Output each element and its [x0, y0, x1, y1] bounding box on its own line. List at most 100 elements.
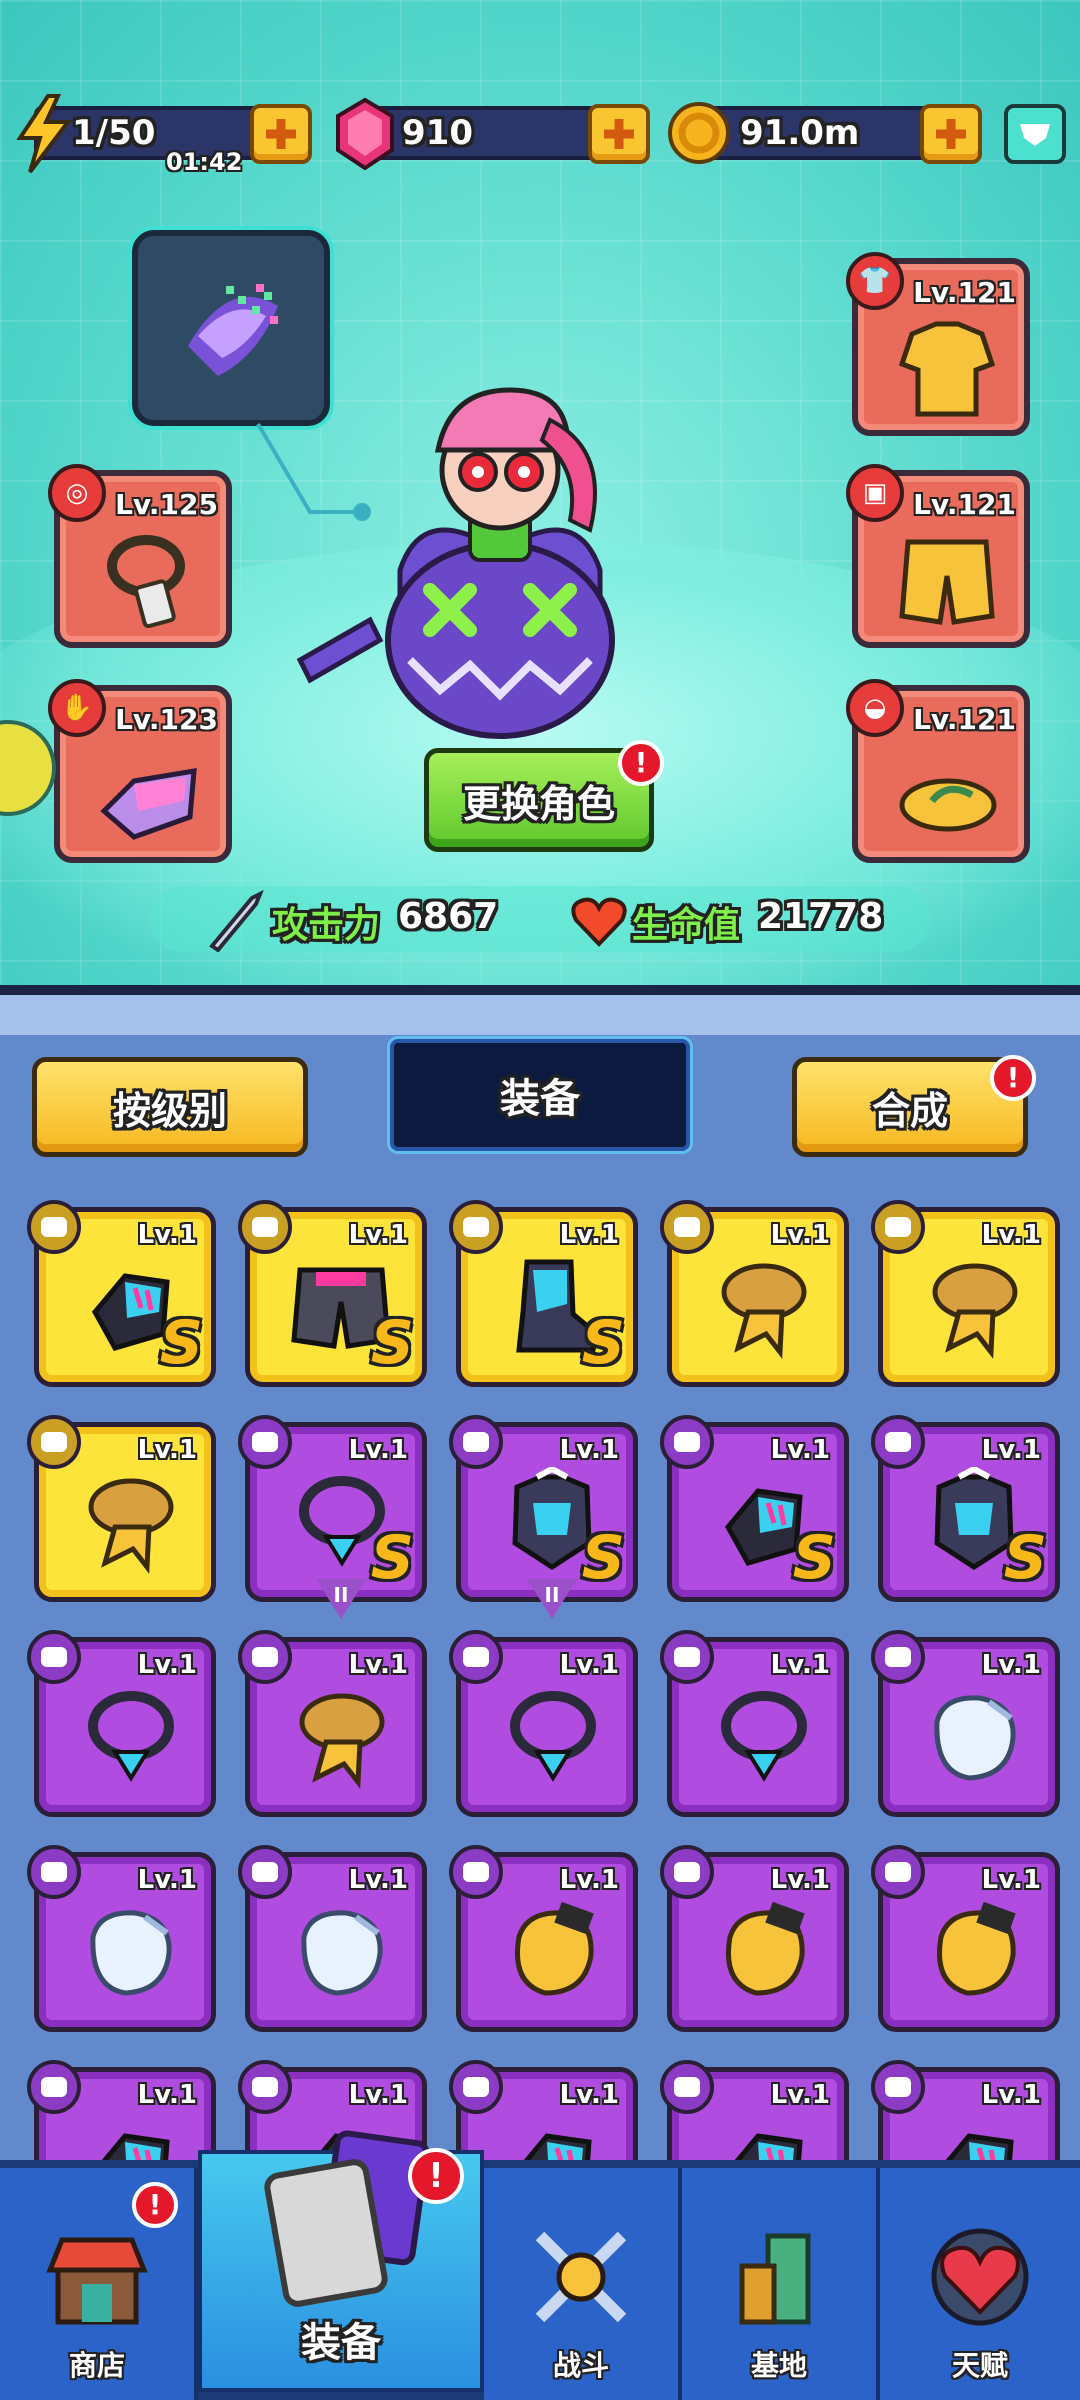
- item-level: Lv.1: [981, 1435, 1041, 1465]
- item-level: Lv.1: [348, 1220, 408, 1250]
- inventory-item-scarf[interactable]: Lv.1: [27, 1415, 216, 1602]
- inventory-item-necklace[interactable]: Lv.1: [27, 1630, 216, 1817]
- item-slot-type-icon: [27, 1200, 81, 1254]
- item-level: Lv.1: [348, 1435, 408, 1465]
- inventory-item-necklace[interactable]: Lv.1: [660, 1630, 849, 1817]
- item-level: Lv.1: [137, 1650, 197, 1680]
- slot-level: Lv.121: [913, 488, 1016, 521]
- s-rank-badge: S: [581, 1308, 625, 1378]
- inventory-item-mitten[interactable]: Lv.1: [27, 1845, 216, 2032]
- equip-slot-shoes[interactable]: ◒ Lv.121: [846, 679, 1030, 863]
- inventory-item-fist[interactable]: Lv.1: [871, 1845, 1060, 2032]
- item-level: Lv.1: [559, 1435, 619, 1465]
- item-slot-type-icon: [660, 2060, 714, 2114]
- inventory-item-scarf[interactable]: Lv.1: [660, 1200, 849, 1387]
- item-level: Lv.1: [348, 1650, 408, 1680]
- item-slot-type-icon: [449, 1200, 503, 1254]
- inventory-item-mitten[interactable]: Lv.1: [871, 1630, 1060, 1817]
- inventory-item-shorts[interactable]: Lv.1 S: [238, 1200, 427, 1387]
- item-level: Lv.1: [348, 2080, 408, 2110]
- item-slot-type-icon: [871, 1415, 925, 1469]
- nav-tab-base[interactable]: 基地: [682, 2168, 880, 2400]
- slot-level: Lv.121: [913, 276, 1016, 309]
- sort-by-level-button[interactable]: 按级别: [32, 1057, 308, 1157]
- s-rank-badge: S: [792, 1523, 836, 1593]
- item-level: Lv.1: [137, 1435, 197, 1465]
- necklace-slot-icon: ◎: [48, 464, 106, 522]
- equip-slot-necklace[interactable]: ◎ Lv.125: [48, 464, 232, 648]
- item-slot-type-icon: [238, 1630, 292, 1684]
- inventory-item-fist[interactable]: Lv.1: [449, 1845, 638, 2032]
- locked-marker: [316, 1579, 366, 1619]
- inventory-panel: 按级别 装备 合成 ! Lv.1 S Lv.1 S Lv.1 S Lv.1 Lv.1 Lv.1 L…: [0, 995, 1080, 2247]
- item-level: Lv.1: [770, 1650, 830, 1680]
- coin-value: 91.0m: [740, 113, 860, 153]
- item-level: Lv.1: [559, 1220, 619, 1250]
- hawaiian-shirt-icon: [898, 321, 996, 417]
- necklace-icon: [510, 1691, 596, 1782]
- add-gems-button[interactable]: [588, 104, 650, 164]
- add-energy-button[interactable]: [250, 104, 312, 164]
- scene-divider: [0, 985, 1080, 995]
- character-scene: 1/50 01:42 910 91.0m ◎ Lv.125 ✋ Lv.123 👕…: [0, 0, 1080, 990]
- character-avatar: [296, 387, 615, 739]
- hp-label: 生命值: [632, 905, 741, 946]
- equipment-alert-badge: !: [408, 2148, 464, 2204]
- equip-slot-gauntlet[interactable]: ✋ Lv.123: [48, 679, 232, 863]
- s-rank-badge: S: [159, 1308, 203, 1378]
- item-level: Lv.1: [559, 2080, 619, 2110]
- necklace-icon: [88, 1691, 174, 1782]
- lightning-icon: [16, 94, 73, 174]
- item-slot-type-icon: [238, 1415, 292, 1469]
- sort-by-level-label: 按级别: [112, 1088, 227, 1133]
- nav-tab-shop[interactable]: ! 商店: [0, 2168, 198, 2400]
- item-slot-type-icon: [238, 2060, 292, 2114]
- nav-tab-battle[interactable]: 战斗: [484, 2168, 682, 2400]
- equip-slot-shorts[interactable]: ▣ Lv.121: [846, 464, 1030, 648]
- nav-tab-talent[interactable]: 天赋: [880, 2168, 1080, 2400]
- inventory-item-scarf[interactable]: Lv.1: [871, 1200, 1060, 1387]
- item-slot-type-icon: [449, 1845, 503, 1899]
- inventory-item-boot[interactable]: Lv.1 S: [449, 1200, 638, 1387]
- change-character-alert-badge: !: [618, 740, 664, 786]
- item-level: Lv.1: [981, 1865, 1041, 1895]
- item-slot-type-icon: [27, 1845, 81, 1899]
- item-slot-type-icon: [871, 2060, 925, 2114]
- equip-slot-shirt[interactable]: 👕 Lv.121: [846, 252, 1030, 436]
- inventory-item-glove[interactable]: Lv.1 S: [27, 1200, 216, 1387]
- item-slot-type-icon: [871, 1200, 925, 1254]
- nav-tab-equipment[interactable]: ! 装备: [198, 2130, 484, 2392]
- flip-flop-icon: [899, 778, 997, 832]
- inventory-item-armor[interactable]: Lv.1 S: [449, 1415, 638, 1619]
- item-level: Lv.1: [981, 2080, 1041, 2110]
- inventory-item-armor[interactable]: Lv.1 S: [871, 1415, 1060, 1602]
- pink-gem-icon: [336, 98, 394, 170]
- shield-menu-button[interactable]: [1004, 104, 1066, 164]
- necklace-icon: [721, 1691, 807, 1782]
- nav-shop-label: 商店: [68, 2349, 125, 2382]
- item-slot-type-icon: [660, 1200, 714, 1254]
- fist-icon: [515, 1901, 594, 1996]
- scarf-icon: [721, 1263, 807, 1359]
- inventory-item-fist[interactable]: Lv.1: [660, 1845, 849, 2032]
- shirt-slot-icon: 👕: [846, 252, 904, 310]
- scarf-icon: [88, 1478, 174, 1574]
- item-level: Lv.1: [559, 1865, 619, 1895]
- s-rank-badge: S: [370, 1523, 414, 1593]
- inventory-title-tab: 装备: [390, 1039, 690, 1151]
- inventory-item-necklace[interactable]: Lv.1 S: [238, 1415, 427, 1619]
- item-level: Lv.1: [981, 1650, 1041, 1680]
- attack-label: 攻击力: [272, 905, 381, 946]
- inventory-item-glove[interactable]: Lv.1 S: [660, 1415, 849, 1602]
- inventory-item-scarf[interactable]: Lv.1: [238, 1630, 427, 1817]
- inventory-item-necklace[interactable]: Lv.1: [449, 1630, 638, 1817]
- shoes-slot-icon: ◒: [846, 679, 904, 737]
- add-coins-button[interactable]: [920, 104, 982, 164]
- shop-icon: [46, 2237, 148, 2325]
- slot-level: Lv.125: [115, 488, 218, 521]
- item-level: Lv.1: [348, 1865, 408, 1895]
- inventory-item-mitten[interactable]: Lv.1: [238, 1845, 427, 2032]
- slot-level: Lv.123: [115, 703, 218, 736]
- merge-label: 合成: [871, 1088, 948, 1133]
- item-slot-type-icon: [449, 2060, 503, 2114]
